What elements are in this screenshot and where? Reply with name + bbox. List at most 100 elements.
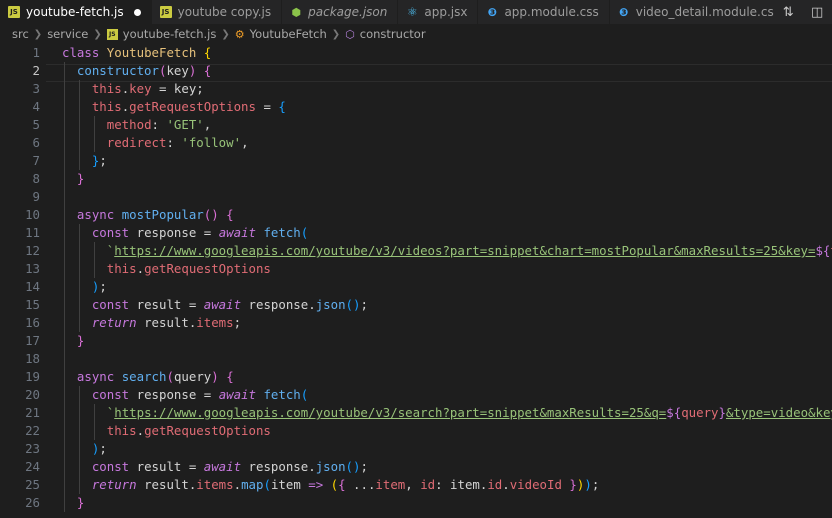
code-text: const result = await response.json(); — [91, 459, 368, 474]
chevron-right-icon: ❯ — [33, 28, 43, 40]
line-number: 6 — [32, 135, 40, 150]
split-editor-icon[interactable]: ◫ — [811, 5, 823, 20]
code-line[interactable]: 26 } — [0, 494, 832, 512]
line-number: 15 — [25, 297, 40, 312]
code-line[interactable]: 13 this.getRequestOptions — [0, 260, 832, 278]
line-number: 8 — [32, 171, 40, 186]
line-number: 17 — [25, 333, 40, 348]
code-line[interactable]: 21 `https://www.googleapis.com/youtube/v… — [0, 404, 832, 422]
unsaved-dot-icon[interactable] — [133, 8, 141, 16]
editor-actions: ⇅ ◫ — [774, 0, 832, 24]
code-line[interactable]: 14 ); — [0, 278, 832, 296]
code-line[interactable]: 24 const result = await response.json(); — [0, 458, 832, 476]
code-line[interactable]: 3 this.key = key; — [0, 80, 832, 98]
code-line[interactable]: 7 }; — [0, 152, 832, 170]
code-text: ); — [91, 441, 107, 456]
code-text: return result.items.map(item => ({ ...it… — [91, 477, 600, 492]
code-line[interactable]: 25 return result.items.map(item => ({ ..… — [0, 476, 832, 494]
line-number: 26 — [25, 495, 40, 510]
code-text: this.getRequestOptions = { — [91, 99, 286, 114]
line-number: 11 — [25, 225, 40, 240]
code-text: class YoutubeFetch { — [62, 45, 212, 60]
tab-video-detail-css[interactable]: ❸ video_detail.module.css — [610, 0, 791, 24]
code-line[interactable]: 20 const response = await fetch( — [0, 386, 832, 404]
breadcrumb-src[interactable]: src — [12, 27, 29, 41]
breadcrumb-service[interactable]: service — [47, 27, 88, 41]
code-line[interactable]: 2 constructor(key) { — [0, 62, 832, 80]
code-line[interactable]: 16 return result.items; — [0, 314, 832, 332]
method-symbol-icon: ⬡ — [345, 27, 355, 41]
code-line[interactable]: 10 async mostPopular() { — [0, 206, 832, 224]
code-text: this.key = key; — [91, 81, 204, 96]
line-number: 25 — [25, 477, 40, 492]
line-number: 23 — [25, 441, 40, 456]
code-text: } — [76, 333, 85, 348]
code-text: constructor(key) { — [76, 63, 212, 78]
code-line[interactable]: 17 } — [0, 332, 832, 350]
line-number: 3 — [32, 81, 40, 96]
line-number: 18 — [25, 351, 40, 366]
code-line[interactable]: 19 async search(query) { — [0, 368, 832, 386]
code-text: ); — [91, 279, 107, 294]
line-number: 10 — [25, 207, 40, 222]
tab-label: youtube copy.js — [177, 5, 272, 19]
line-number: 13 — [25, 261, 40, 276]
chevron-right-icon: ❯ — [93, 28, 102, 40]
line-number: 14 — [25, 279, 40, 294]
breadcrumb: src ❯ service ❯ JS youtube-fetch.js ❯ ⚙ … — [0, 24, 832, 44]
tab-youtube-copy[interactable]: JS youtube copy.js — [152, 0, 283, 24]
line-number: 1 — [32, 45, 40, 60]
js-file-icon: JS — [159, 6, 172, 18]
code-text: method: 'GET', — [106, 117, 212, 132]
code-line[interactable]: 6 redirect: 'follow', — [0, 134, 832, 152]
code-line[interactable]: 4 this.getRequestOptions = { — [0, 98, 832, 116]
indent-guide — [93, 404, 95, 440]
line-number: 5 — [32, 117, 40, 132]
indent-guide — [93, 242, 95, 278]
class-symbol-icon: ⚙ — [234, 27, 245, 41]
code-text: const response = await fetch( — [91, 225, 309, 240]
tab-app-module-css[interactable]: ❸ app.module.css — [478, 0, 610, 24]
js-file-icon: JS — [106, 28, 118, 40]
tab-label: video_detail.module.css — [635, 5, 780, 19]
code-text: `https://www.googleapis.com/youtube/v3/s… — [106, 405, 832, 420]
indent-guide — [93, 116, 95, 152]
tab-label: package.json — [308, 5, 388, 19]
line-number: 22 — [25, 423, 40, 438]
tab-youtube-fetch[interactable]: JS youtube-fetch.js — [0, 0, 152, 24]
compare-changes-icon[interactable]: ⇅ — [783, 5, 794, 20]
line-number: 12 — [25, 243, 40, 258]
tab-app-jsx[interactable]: ⚛ app.jsx — [398, 0, 479, 24]
indent-guide — [78, 386, 80, 494]
breadcrumb-file[interactable]: youtube-fetch.js — [123, 27, 217, 41]
code-line[interactable]: 15 const result = await response.json(); — [0, 296, 832, 314]
code-editor[interactable]: 1 class YoutubeFetch { 2 constructor(key) … — [0, 44, 832, 518]
tab-label: youtube-fetch.js — [26, 5, 124, 19]
line-number: 16 — [25, 315, 40, 330]
code-line[interactable]: 12 `https://www.googleapis.com/youtube/v… — [0, 242, 832, 260]
css-icon: ❸ — [487, 5, 498, 19]
code-text: return result.items; — [91, 315, 242, 330]
indent-guide — [64, 62, 65, 512]
code-line[interactable]: 23 ); — [0, 440, 832, 458]
chevron-right-icon: ❯ — [331, 28, 341, 40]
code-line[interactable]: 1 class YoutubeFetch { — [0, 44, 832, 62]
tab-label: app.jsx — [424, 5, 468, 19]
breadcrumb-class[interactable]: YoutubeFetch — [250, 27, 327, 41]
code-text: const response = await fetch( — [91, 387, 309, 402]
chevron-right-icon: ❯ — [221, 28, 230, 40]
code-line[interactable]: 9 — [0, 188, 832, 206]
code-line[interactable]: 11 const response = await fetch( — [0, 224, 832, 242]
nodejs-icon: ⬢ — [291, 5, 301, 19]
line-number: 21 — [25, 405, 40, 420]
code-line[interactable]: 22 this.getRequestOptions — [0, 422, 832, 440]
code-line[interactable]: 8 } — [0, 170, 832, 188]
code-text: const result = await response.json(); — [91, 297, 368, 312]
breadcrumb-method[interactable]: constructor — [360, 27, 426, 41]
tab-package-json[interactable]: ⬢ package.json — [282, 0, 399, 24]
code-line[interactable]: 18 — [0, 350, 832, 368]
css-icon: ❸ — [619, 5, 629, 19]
js-file-icon: JS — [8, 6, 20, 18]
code-text: async mostPopular() { — [76, 207, 234, 222]
code-line[interactable]: 5 method: 'GET', — [0, 116, 832, 134]
